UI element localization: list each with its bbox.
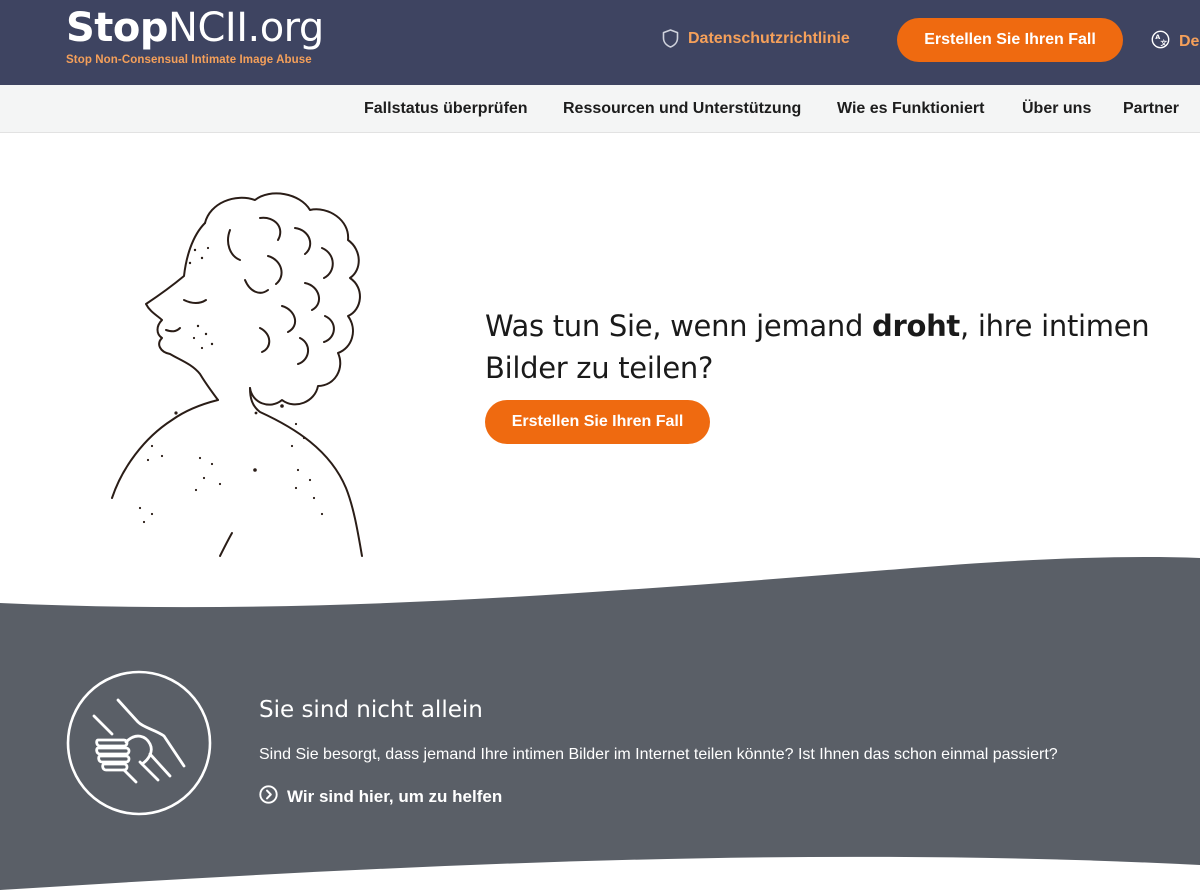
- nav-item-how-it-works[interactable]: Wie es Funktioniert: [837, 100, 984, 118]
- nav-item-case-status[interactable]: Fallstatus überprüfen: [364, 100, 528, 118]
- shield-icon: [662, 29, 679, 48]
- site-header: StopNCII.org Stop Non-Consensual Intimat…: [0, 0, 1200, 85]
- privacy-policy-link[interactable]: Datenschutzrichtlinie: [662, 29, 850, 48]
- woman-illustration: [111, 192, 363, 557]
- nav-item-partner[interactable]: Partner: [1123, 100, 1179, 118]
- language-label: De: [1179, 33, 1200, 50]
- language-selector[interactable]: A文 De: [1151, 30, 1199, 54]
- helping-hands-icon: [66, 670, 212, 816]
- help-link[interactable]: Wir sind hier, um zu helfen: [259, 785, 502, 809]
- help-section-text: Sind Sie besorgt, dass jemand Ihre intim…: [259, 746, 1058, 763]
- nav-item-resources[interactable]: Ressourcen und Unterstützung: [563, 100, 801, 118]
- nav-item-about-us[interactable]: Über uns: [1022, 100, 1091, 118]
- site-logo[interactable]: StopNCII.org Stop Non-Consensual Intimat…: [66, 4, 324, 66]
- svg-text:文: 文: [1160, 38, 1168, 47]
- hero-create-case-button[interactable]: Erstellen Sie Ihren Fall: [485, 400, 710, 444]
- translate-icon: A文: [1151, 30, 1170, 54]
- help-section-title: Sie sind nicht allein: [259, 697, 483, 723]
- privacy-policy-label: Datenschutzrichtlinie: [688, 29, 850, 47]
- logo-wordmark: StopNCII.org: [66, 5, 324, 51]
- logo-tagline: Stop Non-Consensual Intimate Image Abuse: [66, 54, 312, 66]
- create-case-button[interactable]: Erstellen Sie Ihren Fall: [897, 18, 1123, 62]
- help-link-label: Wir sind hier, um zu helfen: [287, 787, 503, 806]
- main-navigation: Fallstatus überprüfen Ressourcen und Unt…: [0, 85, 1200, 133]
- svg-text:A: A: [1155, 33, 1160, 41]
- hero-heading: Was tun Sie, wenn jemand droht, ihre int…: [485, 309, 1150, 385]
- chevron-right-circle-icon: [259, 785, 278, 809]
